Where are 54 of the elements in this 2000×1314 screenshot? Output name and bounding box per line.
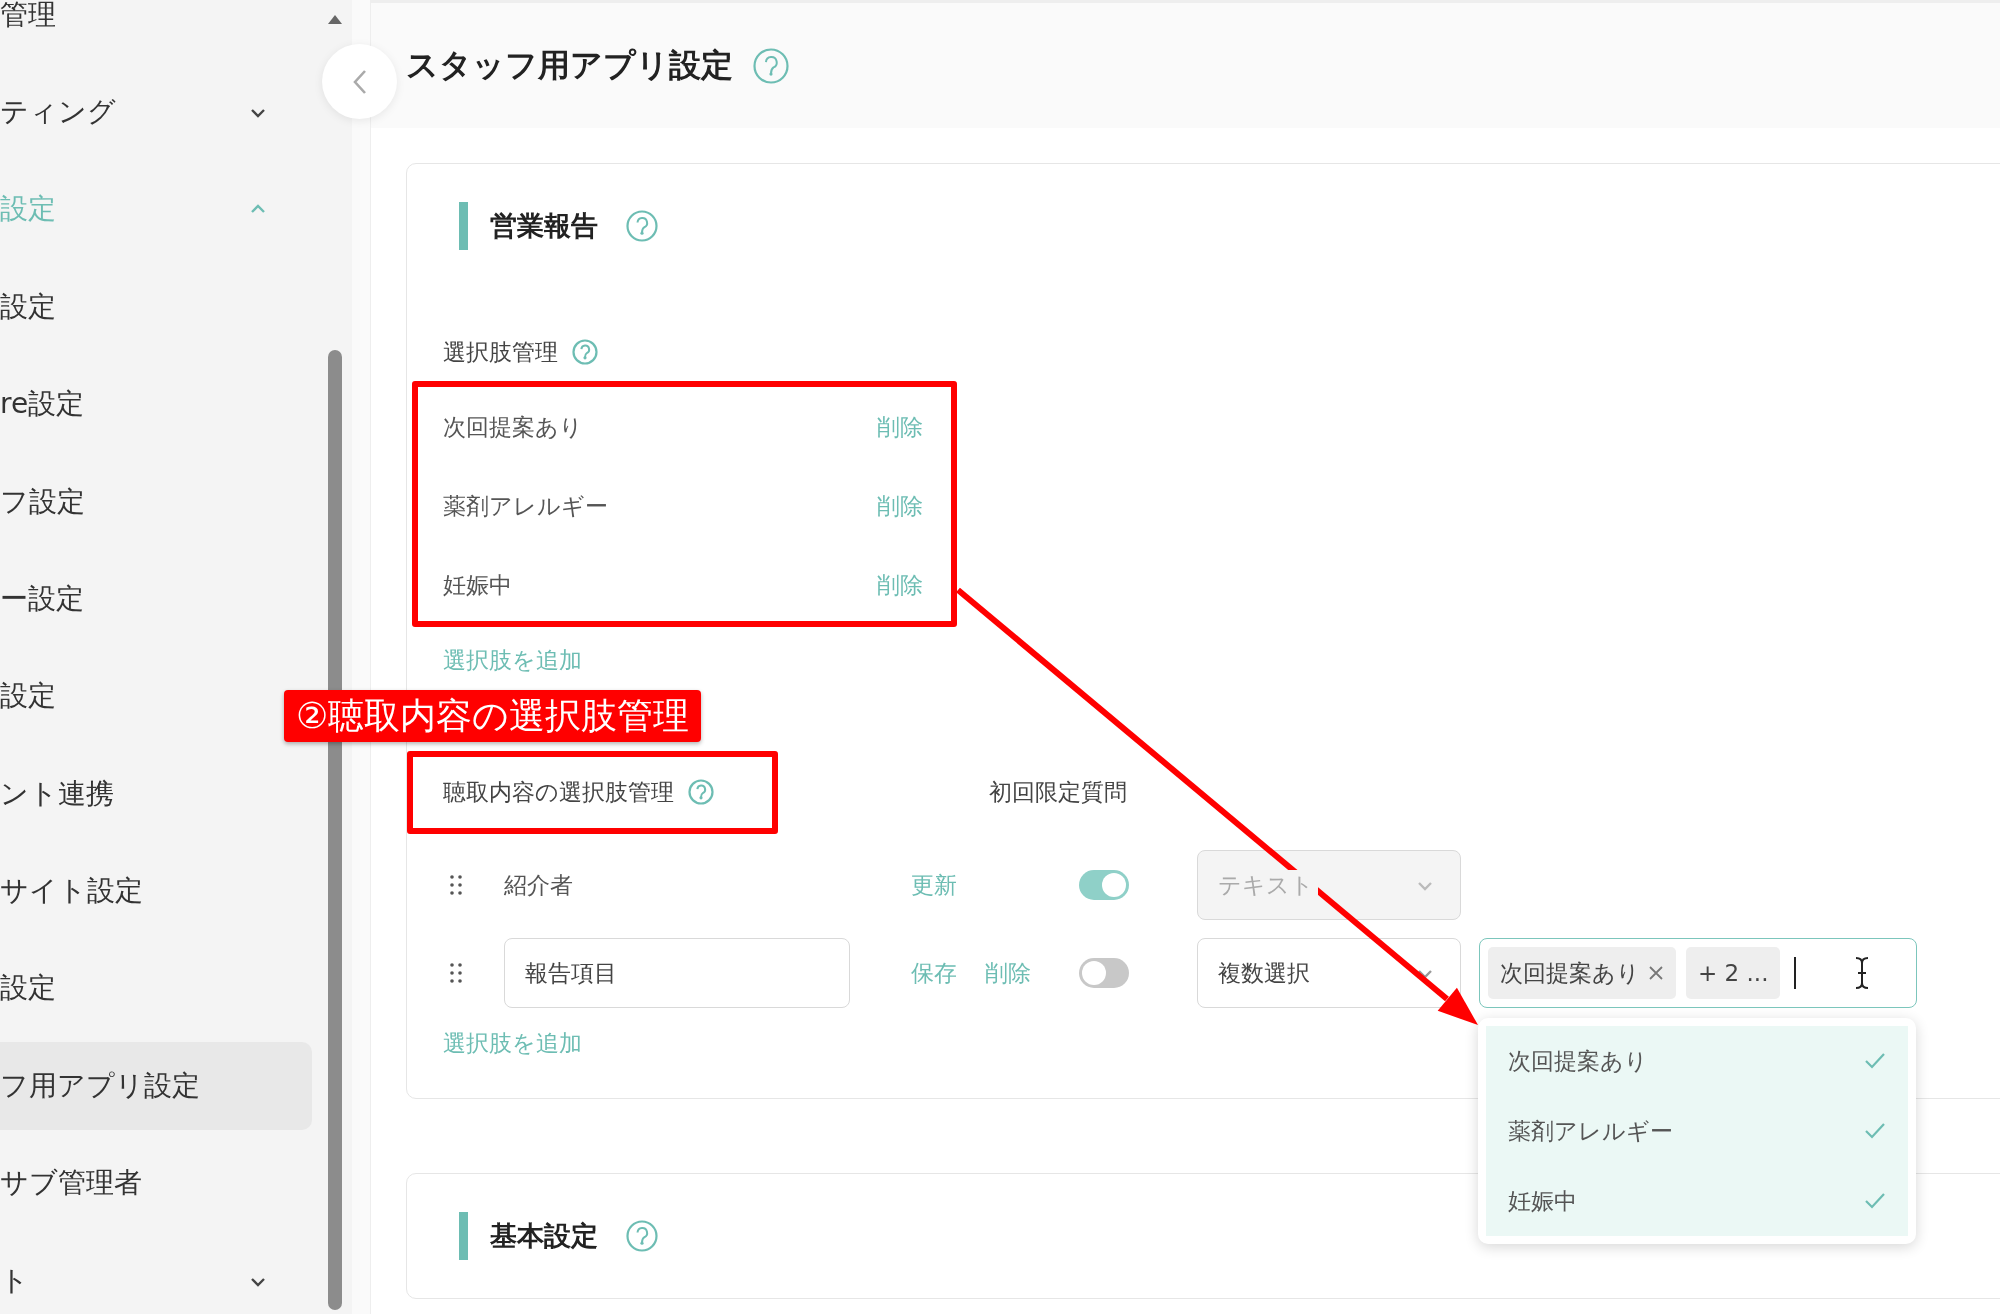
option-label: 次回提案あり <box>1508 1046 1648 1076</box>
sidebar-item[interactable]: フ用アプリ設定 <box>0 1041 312 1130</box>
help-icon[interactable] <box>626 210 658 242</box>
selected-tag[interactable]: 次回提案あり <box>1488 947 1676 999</box>
option-label: 妊娠中 <box>1508 1186 1577 1216</box>
name-input-field[interactable]: 報告項目 <box>504 938 850 1008</box>
section-accent-bar <box>459 202 468 250</box>
sidebar-item[interactable]: 設定 <box>0 652 56 741</box>
dropdown-option[interactable]: 薬剤アレルギー <box>1486 1096 1908 1166</box>
sidebar-item[interactable]: 管理 <box>0 0 56 59</box>
option-label: 次回提案あり <box>443 413 583 442</box>
field-label: 選択肢管理 <box>443 337 558 367</box>
drag-handle-icon[interactable] <box>449 874 463 896</box>
check-icon <box>1864 1122 1886 1140</box>
dropdown-option[interactable]: 次回提案あり <box>1486 1026 1908 1096</box>
sidebar-group[interactable]: ティング <box>0 68 312 157</box>
scroll-up-icon[interactable] <box>326 13 344 25</box>
help-icon[interactable] <box>626 1220 658 1252</box>
text-cursor-icon <box>1854 956 1871 990</box>
tag-label: 次回提案あり <box>1500 958 1640 988</box>
dropdown-option[interactable]: 妊娠中 <box>1486 1166 1908 1236</box>
section-title: 営業報告 <box>490 209 598 243</box>
check-icon <box>1864 1052 1886 1070</box>
text-caret <box>1794 957 1797 989</box>
chevron-left-icon <box>351 68 368 95</box>
sidebar-item[interactable]: サイト設定 <box>0 847 143 936</box>
drag-handle-icon[interactable] <box>449 962 463 984</box>
option-label: 薬剤アレルギー <box>443 492 608 521</box>
help-icon[interactable] <box>688 779 714 805</box>
field-label: 聴取内容の選択肢管理 <box>443 777 674 807</box>
sidebar-item[interactable]: re設定 <box>0 360 85 449</box>
sidebar-item[interactable]: サブ管理者 <box>0 1139 142 1228</box>
page-title: スタッフ用アプリ設定 <box>406 44 733 86</box>
toggle-switch[interactable] <box>1079 958 1129 988</box>
sidebar-item[interactable]: 設定 <box>0 262 56 351</box>
section-accent-bar <box>459 1212 468 1260</box>
help-icon[interactable] <box>572 339 598 365</box>
toggle-switch[interactable] <box>1079 870 1129 900</box>
sidebar-group[interactable]: ト <box>0 1236 312 1314</box>
sidebar-item[interactable]: フ設定 <box>0 457 85 546</box>
more-count-tag: + 2 ... <box>1686 947 1781 999</box>
sidebar-item[interactable]: ント連携 <box>0 749 114 838</box>
annotation-label: ②聴取内容の選択肢管理 <box>284 690 702 742</box>
sidebar-item[interactable]: 設定 <box>0 944 56 1033</box>
column-label: 初回限定質問 <box>989 777 1127 807</box>
sidebar-item[interactable]: ー設定 <box>0 554 84 643</box>
option-label: 妊娠中 <box>443 571 512 600</box>
remove-icon[interactable] <box>1648 965 1664 981</box>
question-name: 紹介者 <box>504 871 573 898</box>
help-icon[interactable] <box>753 47 789 84</box>
check-icon <box>1864 1192 1886 1210</box>
option-label: 薬剤アレルギー <box>1508 1116 1673 1146</box>
section-title: 基本設定 <box>490 1219 598 1253</box>
select-value: 複数選択 <box>1218 958 1310 988</box>
